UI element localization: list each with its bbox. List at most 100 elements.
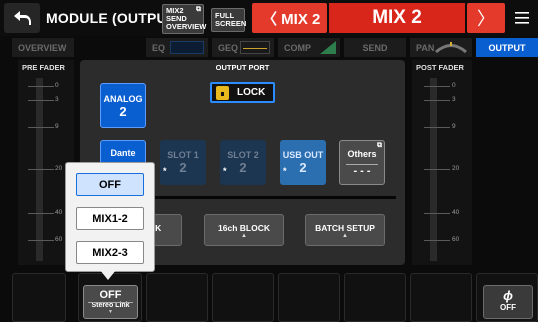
phase-symbol-icon: ϕ [503, 288, 513, 303]
geq-curve-icon [243, 48, 267, 49]
panel-divider [150, 196, 396, 199]
previous-channel-button[interactable]: 〈 MIX 2 [252, 3, 327, 33]
lock-label: LOCK [237, 87, 266, 98]
tab-geq-label: GEQ [218, 42, 239, 53]
stereo-link-value: OFF [99, 289, 122, 301]
triangle-up-icon: ▲ [342, 233, 348, 239]
bottom-cell-1 [12, 273, 66, 322]
post-fader-title: POST FADER [416, 63, 464, 72]
tab-overview[interactable]: OVERVIEW [12, 38, 74, 57]
external-window-icon: ⧉ [196, 6, 201, 13]
pre-tick-9: 9 [55, 123, 59, 130]
popup-option-mix2-3[interactable]: MIX2-3 [76, 241, 144, 264]
stereo-link-popup: OFF MIX1-2 MIX2-3 [65, 162, 155, 272]
16ch-block-label: 16ch BLOCK [218, 223, 270, 233]
popup-option-off[interactable]: OFF [76, 173, 144, 196]
pre-tickline-60 [28, 240, 54, 241]
batch-setup-label: BATCH SETUP [315, 223, 375, 233]
usb-out-marker-icon: * [283, 166, 287, 176]
pan-arc-icon [435, 42, 467, 54]
back-arrow-icon [14, 11, 31, 25]
pre-tickline-0 [28, 86, 54, 87]
pre-tick-20: 20 [55, 165, 63, 172]
post-tickline-60 [424, 240, 450, 241]
usb-out-port-button[interactable]: USB OUT 2 * [280, 140, 326, 185]
tab-eq-label: EQ [152, 42, 166, 53]
mix-send-overview-button[interactable]: MIX2 SEND OVERVIEW ⧉ [162, 4, 207, 34]
slot2-label: SLOT 2 [227, 150, 259, 160]
others-underline [346, 164, 378, 165]
pre-tickline-20 [28, 169, 54, 170]
post-tick-20: 20 [452, 165, 460, 172]
post-tickline-0 [424, 86, 450, 87]
post-fader-meter-panel [412, 60, 472, 265]
stereo-link-button[interactable]: OFF Stereo Link ▼ [83, 285, 138, 319]
pre-tick-40: 40 [55, 209, 63, 216]
external-window-icon: ⧉ [377, 142, 382, 149]
geq-thumbnail-icon [240, 41, 270, 54]
post-tick-40: 40 [452, 209, 460, 216]
post-tick-0: 0 [452, 82, 456, 89]
popup-pointer [100, 270, 116, 280]
slot2-marker-icon: * [223, 166, 227, 176]
pre-tick-0: 0 [55, 82, 59, 89]
mix-send-overview-line3: OVERVIEW [166, 22, 207, 31]
post-tickline-9 [424, 127, 450, 128]
tab-geq[interactable]: GEQ [212, 38, 274, 57]
bottom-cell-4 [212, 273, 274, 322]
post-tick-3: 3 [452, 96, 456, 103]
slot1-marker-icon: * [163, 166, 167, 176]
full-screen-button[interactable]: FULL SCREEN [211, 8, 247, 32]
lock-keyhole-icon [221, 91, 224, 96]
triangle-down-icon: ▼ [108, 309, 113, 315]
others-value: - - - [353, 165, 371, 177]
slot1-label: SLOT 1 [167, 150, 199, 160]
lock-icon [216, 85, 229, 100]
analog-value: 2 [119, 104, 127, 119]
16ch-block-button[interactable]: 16ch BLOCK ▲ [204, 214, 284, 246]
tab-comp[interactable]: COMP [278, 38, 340, 57]
tab-output[interactable]: OUTPUT [476, 38, 538, 57]
others-port-button[interactable]: Others - - - ⧉ [339, 140, 385, 185]
pre-tick-60: 60 [55, 236, 63, 243]
comp-thumbnail-icon [320, 41, 336, 54]
full-screen-line2: SCREEN [215, 19, 247, 28]
output-port-title: OUTPUT PORT [215, 63, 270, 72]
phase-value: OFF [500, 303, 516, 312]
bottom-cell-3 [146, 273, 208, 322]
bottom-cell-6 [344, 273, 406, 322]
analog-port-button[interactable]: ANALOG 2 [100, 83, 146, 128]
channel-name: MIX 2 [329, 3, 465, 33]
slot2-port-button[interactable]: SLOT 2 2 * [220, 140, 266, 185]
menu-button[interactable] [509, 3, 535, 33]
post-tick-60: 60 [452, 236, 460, 243]
eq-thumbnail-icon [170, 41, 204, 54]
tab-send[interactable]: SEND [344, 38, 406, 57]
batch-setup-button[interactable]: BATCH SETUP ▲ [305, 214, 385, 246]
phase-button[interactable]: ϕ OFF [483, 285, 533, 319]
page-title: MODULE (OUTPUT) [46, 10, 181, 26]
bottom-cell-5 [278, 273, 340, 322]
slot1-port-button[interactable]: SLOT 1 2 * [160, 140, 206, 185]
usb-out-label: USB OUT [282, 150, 324, 160]
pre-tickline-3 [28, 100, 54, 101]
tab-pan[interactable]: PAN [410, 38, 472, 57]
post-tickline-20 [424, 169, 450, 170]
back-button[interactable] [4, 3, 40, 33]
lock-button[interactable]: LOCK [210, 82, 275, 103]
comp-graph-icon [320, 41, 336, 54]
tab-eq[interactable]: EQ [146, 38, 208, 57]
others-label: Others [347, 149, 377, 159]
post-tickline-3 [424, 100, 450, 101]
post-tickline-40 [424, 213, 450, 214]
post-tick-9: 9 [452, 123, 456, 130]
next-channel-button[interactable]: 〉 [467, 3, 505, 33]
pre-tickline-40 [28, 213, 54, 214]
hamburger-icon [515, 12, 529, 24]
pre-tick-3: 3 [55, 96, 59, 103]
bottom-cell-7 [410, 273, 472, 322]
popup-option-mix1-2[interactable]: MIX1-2 [76, 207, 144, 230]
pre-tickline-9 [28, 127, 54, 128]
analog-label: ANALOG [103, 94, 143, 104]
stereo-link-underline [88, 302, 133, 303]
